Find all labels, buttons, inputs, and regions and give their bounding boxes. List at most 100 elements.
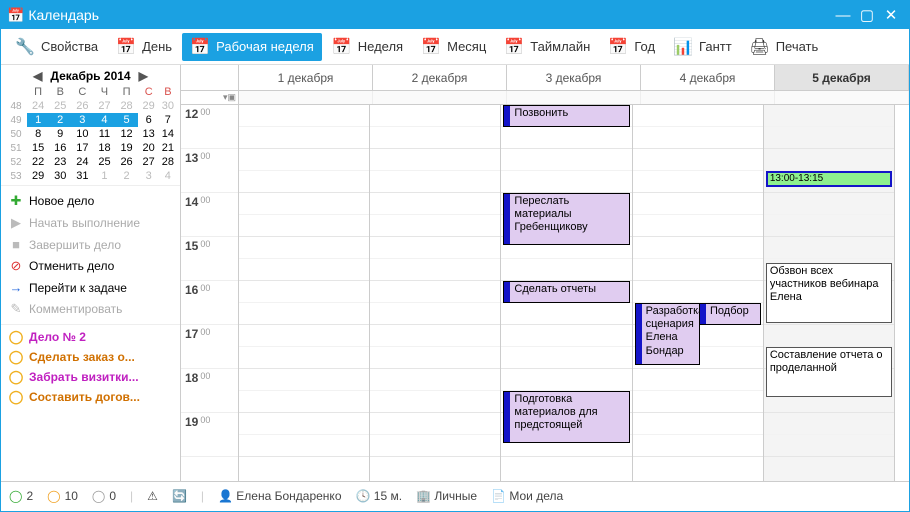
event[interactable]: Подбор (699, 303, 761, 325)
cal-day[interactable]: 22 (27, 155, 49, 169)
cal-day[interactable]: 5 (116, 113, 138, 127)
event[interactable]: Сделать отчеты (503, 281, 629, 303)
cal-day[interactable]: 2 (49, 113, 71, 127)
cal-day[interactable]: 16 (49, 141, 71, 155)
cal-day[interactable]: 6 (138, 113, 160, 127)
cal-day[interactable]: 26 (71, 99, 93, 113)
day-header[interactable]: 3 декабря (507, 65, 641, 90)
cal-day[interactable]: 9 (49, 127, 71, 141)
toolbar-day[interactable]: 📅День (108, 33, 180, 61)
action-goto[interactable]: →Перейти к задаче (1, 277, 180, 298)
toolbar-month[interactable]: 📅Месяц (413, 33, 494, 61)
action-new-task[interactable]: ✚Новое дело (1, 190, 180, 212)
day-column[interactable]: Позвонить Переслать материалы Гребенщиков… (501, 105, 632, 481)
mini-calendar[interactable]: ◀ Декабрь 2014 ▶ ПВСЧПСВ4824252627282930… (1, 65, 180, 185)
cal-day[interactable]: 21 (160, 141, 176, 155)
status-filter[interactable]: 📄 Мои дела (491, 489, 563, 503)
cal-day[interactable]: 4 (160, 169, 176, 183)
event[interactable]: Обзвон всех участников вебинара Елена (766, 263, 892, 323)
cal-day[interactable]: 1 (27, 113, 49, 127)
day-column[interactable]: Разработка сценария Елена БондарПодбор (633, 105, 764, 481)
toolbar: 🔧Свойства📅День📅Рабочая неделя📅Неделя📅Мес… (1, 29, 909, 65)
cal-day[interactable]: 25 (93, 155, 115, 169)
close-button[interactable]: ✕ (879, 6, 903, 24)
cal-day[interactable]: 11 (93, 127, 115, 141)
cal-day[interactable]: 25 (49, 99, 71, 113)
cal-day[interactable]: 18 (93, 141, 115, 155)
cal-day[interactable]: 29 (27, 169, 49, 183)
cal-day[interactable]: 10 (71, 127, 93, 141)
maximize-button[interactable]: ▢ (855, 6, 879, 24)
cal-day[interactable]: 7 (160, 113, 176, 127)
day-header[interactable]: 5 декабря (775, 65, 909, 90)
cal-day[interactable]: 29 (138, 99, 160, 113)
event[interactable]: Подготовка материалов для предстоящей (503, 391, 629, 443)
cal-day[interactable]: 30 (49, 169, 71, 183)
event[interactable]: Разработка сценария Елена Бондар (635, 303, 700, 365)
allday-row: ▾▣ (181, 91, 909, 105)
toolbar-week[interactable]: 📅Неделя (324, 33, 411, 61)
cal-day[interactable]: 27 (138, 155, 160, 169)
cal-day[interactable]: 27 (93, 99, 115, 113)
cal-day[interactable]: 15 (27, 141, 49, 155)
cal-day[interactable]: 23 (49, 155, 71, 169)
cal-day[interactable]: 4 (93, 113, 115, 127)
task-item[interactable]: ◯Дело № 2 (1, 327, 180, 347)
task-item[interactable]: ◯Забрать визитки... (1, 367, 180, 387)
cal-day[interactable]: 8 (27, 127, 49, 141)
toolbar-year[interactable]: 📅Год (600, 33, 663, 61)
event[interactable]: Позвонить (503, 105, 629, 127)
refresh-icon[interactable]: 🔄 (172, 489, 187, 503)
status-duration[interactable]: 🕓 15 м. (356, 489, 403, 503)
warn-icon[interactable]: ⚠ (147, 489, 158, 503)
allday-toggle[interactable]: ▾▣ (223, 92, 236, 103)
status-group[interactable]: 🏢 Личные (416, 489, 477, 503)
ribbon-icon: ◯ (9, 330, 23, 344)
day-column[interactable] (239, 105, 370, 481)
cal-day[interactable]: 31 (71, 169, 93, 183)
action-cancel[interactable]: ⊘Отменить дело (1, 255, 180, 277)
toolbar-properties[interactable]: 🔧Свойства (7, 33, 106, 61)
cal-day[interactable]: 12 (116, 127, 138, 141)
day-column[interactable]: 13:00-13:15 Обзвон всех участников вебина… (764, 105, 895, 481)
day-header[interactable]: 4 декабря (641, 65, 775, 90)
cal-day[interactable]: 19 (116, 141, 138, 155)
task-item[interactable]: ◯Сделать заказ о... (1, 347, 180, 367)
day-column[interactable] (370, 105, 501, 481)
cal-day[interactable]: 13 (138, 127, 160, 141)
cal-day[interactable]: 20 (138, 141, 160, 155)
cal-day[interactable]: 30 (160, 99, 176, 113)
toolbar-timeline[interactable]: 📅Таймлайн (496, 33, 598, 61)
task-item[interactable]: ◯Составить догов... (1, 387, 180, 407)
cal-day[interactable]: 24 (71, 155, 93, 169)
cal-day[interactable]: 26 (116, 155, 138, 169)
calendar-grid[interactable]: 1 декабря2 декабря3 декабря4 декабря5 де… (181, 65, 909, 481)
cal-day[interactable]: 2 (116, 169, 138, 183)
toolbar-gantt[interactable]: 📊Гантт (665, 33, 740, 61)
prev-month[interactable]: ◀ (29, 69, 46, 83)
cal-day[interactable]: 17 (71, 141, 93, 155)
next-month[interactable]: ▶ (135, 69, 152, 83)
cal-day[interactable]: 3 (71, 113, 93, 127)
properties-icon: 🔧 (15, 37, 35, 57)
status-user[interactable]: 👤 Елена Бондаренко (218, 489, 341, 503)
cal-day[interactable]: 28 (116, 99, 138, 113)
cal-day[interactable]: 24 (27, 99, 49, 113)
counter: ◯ 10 (47, 489, 78, 503)
day-header[interactable]: 2 декабря (373, 65, 507, 90)
cal-day[interactable]: 28 (160, 155, 176, 169)
cal-day[interactable]: 1 (93, 169, 115, 183)
cal-day[interactable]: 14 (160, 127, 176, 141)
minimize-button[interactable]: — (831, 7, 855, 24)
title-bar: 📅 Календарь — ▢ ✕ (1, 1, 909, 29)
event[interactable]: Переслать материалы Гребенщикову (503, 193, 629, 245)
event[interactable]: Составление отчета о проделанной (766, 347, 892, 397)
cal-day[interactable]: 3 (138, 169, 160, 183)
toolbar-work-week[interactable]: 📅Рабочая неделя (182, 33, 322, 61)
hour-label: 1200 (181, 105, 238, 149)
hour-label: 1700 (181, 325, 238, 369)
toolbar-print[interactable]: 🖨Печать (742, 33, 827, 61)
ribbon-icon: ◯ (9, 390, 23, 404)
event[interactable]: 13:00-13:15 (766, 171, 892, 187)
day-header[interactable]: 1 декабря (239, 65, 373, 90)
